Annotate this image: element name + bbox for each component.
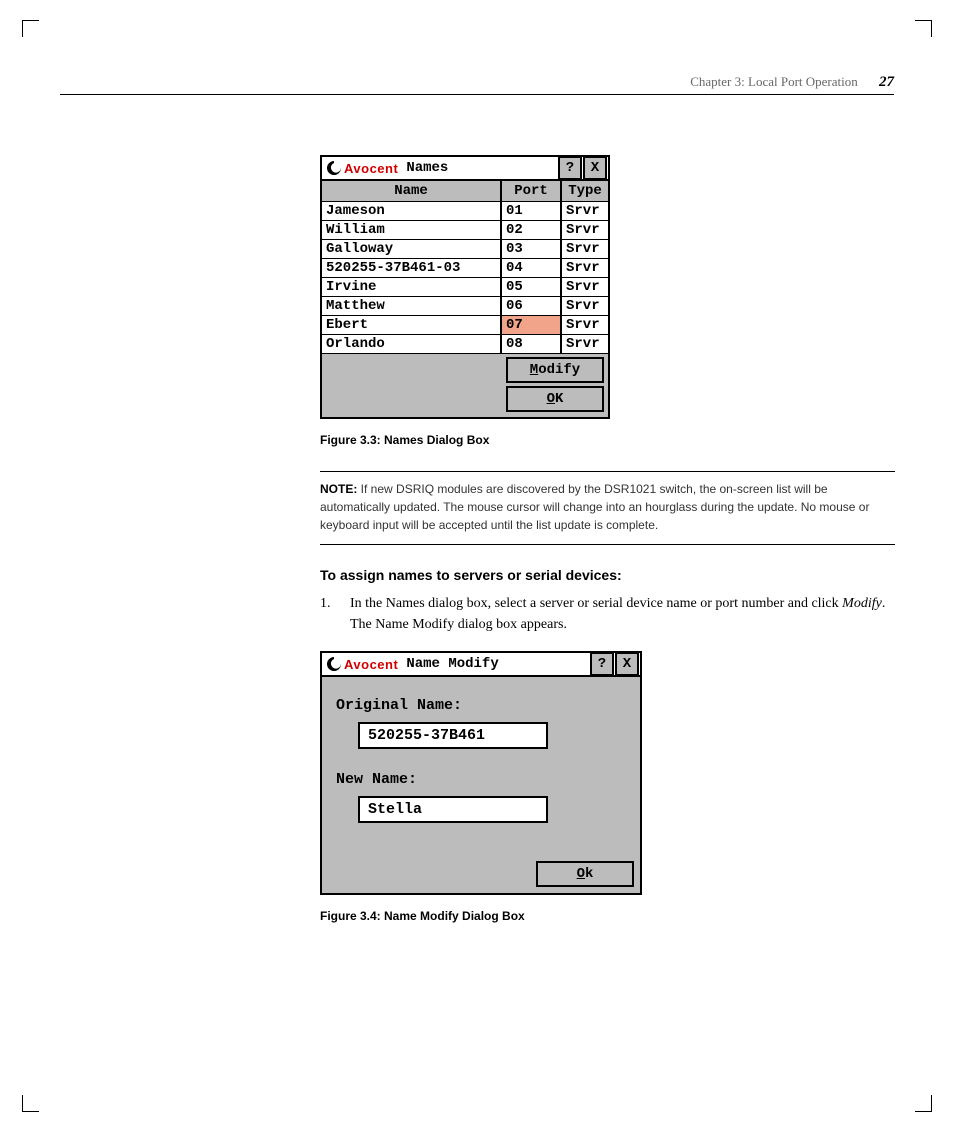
cell-name: Irvine	[322, 278, 502, 296]
cell-port: 04	[502, 259, 562, 277]
cell-type: Srvr	[562, 335, 608, 353]
cell-type: Srvr	[562, 259, 608, 277]
step-number: 1.	[320, 593, 350, 635]
cell-port: 03	[502, 240, 562, 258]
col-port: Port	[502, 181, 562, 201]
cell-name: Orlando	[322, 335, 502, 353]
crop-mark	[22, 20, 39, 37]
section-heading: To assign names to servers or serial dev…	[320, 567, 895, 583]
table-row[interactable]: Irvine05Srvr	[322, 278, 608, 297]
cell-name: 520255-37B461-03	[322, 259, 502, 277]
crop-mark	[915, 20, 932, 37]
col-name: Name	[322, 181, 502, 201]
table-row[interactable]: William02Srvr	[322, 221, 608, 240]
step-body: In the Names dialog box, select a server…	[350, 593, 895, 635]
cell-port: 08	[502, 335, 562, 353]
cell-name: Galloway	[322, 240, 502, 258]
table-row[interactable]: Ebert07Srvr	[322, 316, 608, 335]
avocent-swirl-icon	[326, 160, 342, 176]
note-label: NOTE:	[320, 482, 357, 496]
page-header: Chapter 3: Local Port Operation 27	[690, 74, 894, 91]
figure-caption: Figure 3.4: Name Modify Dialog Box	[320, 909, 895, 923]
table-row[interactable]: Orlando08Srvr	[322, 335, 608, 354]
avocent-swirl-icon	[326, 656, 342, 672]
help-button[interactable]: ?	[590, 652, 614, 676]
dialog-title: Names	[406, 160, 448, 176]
table-body: Jameson01SrvrWilliam02SrvrGalloway03Srvr…	[322, 202, 608, 354]
cell-port: 05	[502, 278, 562, 296]
titlebar: Avocent Names ? X	[322, 157, 608, 181]
names-dialog: Avocent Names ? X Name Port Type Jameson…	[320, 155, 610, 419]
brand-text: Avocent	[344, 161, 398, 176]
help-icon: ?	[566, 161, 574, 175]
close-icon: X	[623, 657, 631, 671]
original-name-field: 520255-37B461	[358, 722, 548, 749]
col-type: Type	[562, 181, 608, 201]
table-row[interactable]: Jameson01Srvr	[322, 202, 608, 221]
cell-type: Srvr	[562, 316, 608, 334]
close-button[interactable]: X	[615, 652, 639, 676]
page-number: 27	[879, 74, 894, 90]
cell-name: William	[322, 221, 502, 239]
step-1: 1. In the Names dialog box, select a ser…	[320, 593, 895, 635]
help-icon: ?	[598, 657, 606, 671]
cell-type: Srvr	[562, 240, 608, 258]
new-name-field[interactable]: Stella	[358, 796, 548, 823]
cell-name: Jameson	[322, 202, 502, 220]
page: Chapter 3: Local Port Operation 27 Avoce…	[0, 0, 954, 1132]
new-name-label: New Name:	[336, 771, 626, 788]
brand-text: Avocent	[344, 657, 398, 672]
header-rule	[60, 94, 894, 95]
brand-logo: Avocent	[322, 656, 402, 672]
cell-name: Matthew	[322, 297, 502, 315]
cell-port: 02	[502, 221, 562, 239]
cell-type: Srvr	[562, 221, 608, 239]
crop-mark	[915, 1095, 932, 1112]
table-row[interactable]: Matthew06Srvr	[322, 297, 608, 316]
cell-name: Ebert	[322, 316, 502, 334]
table-row[interactable]: Galloway03Srvr	[322, 240, 608, 259]
note-text: If new DSRIQ modules are discovered by t…	[320, 482, 869, 532]
crop-mark	[22, 1095, 39, 1112]
close-button[interactable]: X	[583, 156, 607, 180]
cell-port: 01	[502, 202, 562, 220]
ok-button[interactable]: OK	[506, 386, 604, 412]
ok-button[interactable]: Ok	[536, 861, 634, 887]
help-button[interactable]: ?	[558, 156, 582, 180]
dialog-title: Name Modify	[406, 656, 498, 672]
cell-port: 06	[502, 297, 562, 315]
original-name-label: Original Name:	[336, 697, 626, 714]
table-row[interactable]: 520255-37B461-0304Srvr	[322, 259, 608, 278]
content-column: Avocent Names ? X Name Port Type Jameson…	[320, 155, 895, 923]
name-modify-dialog: Avocent Name Modify ? X Original Name: 5…	[320, 651, 642, 895]
modify-button[interactable]: Modify	[506, 357, 604, 383]
close-icon: X	[591, 161, 599, 175]
chapter-title: Chapter 3: Local Port Operation	[690, 74, 858, 89]
table-header: Name Port Type	[322, 181, 608, 202]
figure-caption: Figure 3.3: Names Dialog Box	[320, 433, 895, 447]
cell-type: Srvr	[562, 297, 608, 315]
brand-logo: Avocent	[322, 160, 402, 176]
note-box: NOTE: If new DSRIQ modules are discovere…	[320, 471, 895, 545]
titlebar: Avocent Name Modify ? X	[322, 653, 640, 677]
cell-type: Srvr	[562, 278, 608, 296]
cell-type: Srvr	[562, 202, 608, 220]
cell-port: 07	[502, 316, 562, 334]
